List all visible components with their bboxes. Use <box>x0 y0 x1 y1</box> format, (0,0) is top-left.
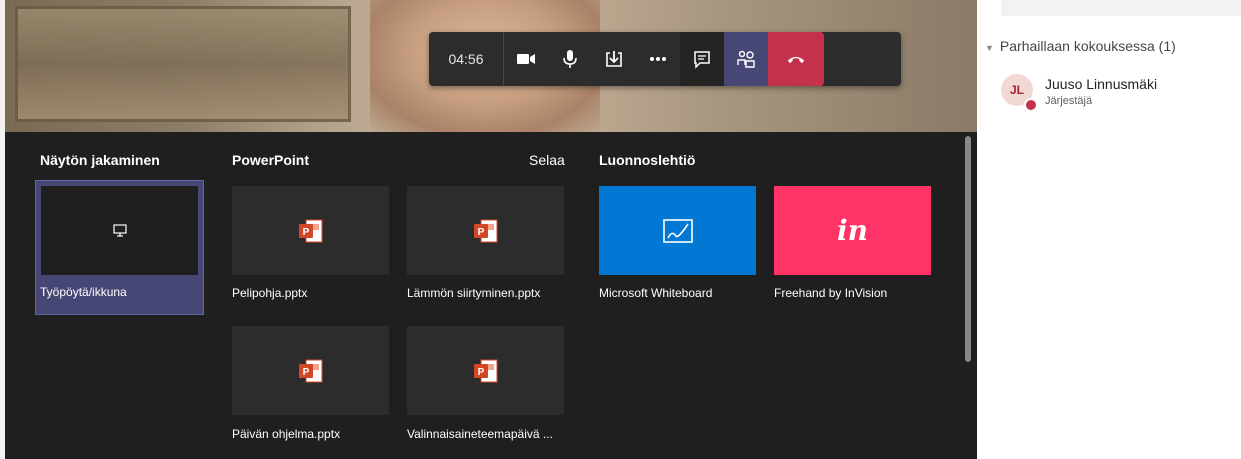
svg-text:P: P <box>302 227 309 238</box>
monitor-icon <box>112 223 127 237</box>
in-meeting-section-title: Parhaillaan kokouksessa (1) <box>999 38 1176 54</box>
participants-icon <box>737 50 755 68</box>
whiteboard-heading: Luonnoslehtiö <box>599 152 696 168</box>
video-background-painting <box>15 6 351 122</box>
powerpoint-heading: PowerPoint <box>232 152 310 168</box>
ppt-file-label: Pelipohja.pptx <box>232 286 308 300</box>
whiteboard-app-label: Microsoft Whiteboard <box>599 286 713 300</box>
participants-search-bar[interactable] <box>1001 0 1241 16</box>
powerpoint-file-icon: P <box>298 359 322 382</box>
hang-up-icon <box>787 56 805 64</box>
call-timer: 04:56 <box>448 51 484 67</box>
presence-status-icon <box>1024 98 1038 112</box>
more-icon <box>650 57 666 61</box>
participants-button[interactable] <box>724 32 768 86</box>
camera-button[interactable] <box>504 32 548 86</box>
ppt-file-tile[interactable]: P <box>407 326 564 415</box>
ppt-file-tile[interactable]: P <box>407 186 564 275</box>
participant-name[interactable]: Juuso Linnusmäki <box>1045 76 1157 92</box>
desktop-share-heading: Näytön jakaminen <box>40 152 160 168</box>
share-button[interactable] <box>592 32 636 86</box>
powerpoint-file-icon: P <box>473 219 497 242</box>
freehand-invision-tile[interactable]: in <box>774 186 931 275</box>
ppt-file-tile[interactable]: P <box>232 186 389 275</box>
powerpoint-file-icon: P <box>298 219 322 242</box>
ppt-file-label: Lämmön siirtyminen.pptx <box>407 286 541 300</box>
whiteboard-icon <box>662 218 693 243</box>
chat-button[interactable] <box>680 32 724 86</box>
collapse-triangle-icon: ▼ <box>985 43 994 53</box>
hang-up-button[interactable] <box>768 32 824 86</box>
invision-logo-icon: in <box>837 214 868 247</box>
meeting-stage: 04:56 Näytön jakaminen PowerPoint Selaa … <box>5 0 977 459</box>
participant-role: Järjestäjä <box>1045 95 1093 107</box>
svg-text:P: P <box>477 367 484 378</box>
share-tray-icon <box>606 51 622 67</box>
participants-pane: ▼ Parhaillaan kokouksessa (1) JL Juuso Li… <box>977 0 1241 459</box>
mic-icon <box>563 50 577 68</box>
share-tray-scrollbar[interactable] <box>965 136 971 362</box>
desktop-preview <box>41 186 198 275</box>
ppt-file-label: Päivän ohjelma.pptx <box>232 427 341 441</box>
camera-icon <box>517 54 535 64</box>
microsoft-whiteboard-tile[interactable] <box>599 186 756 275</box>
ppt-file-tile[interactable]: P <box>232 326 389 415</box>
svg-text:P: P <box>477 227 484 238</box>
ppt-file-label: Valinnaisaineteemapäivä ... <box>407 427 553 441</box>
more-actions-button[interactable] <box>636 32 680 86</box>
svg-text:P: P <box>302 367 309 378</box>
desktop-tile-label: Työpöytä/ikkuna <box>40 285 127 299</box>
chat-icon <box>694 51 710 69</box>
in-meeting-section-header[interactable]: ▼ Parhaillaan kokouksessa (1) <box>985 38 1176 54</box>
whiteboard-app-label: Freehand by InVision <box>774 286 888 300</box>
desktop-window-tile[interactable]: Työpöytä/ikkuna <box>35 180 204 315</box>
share-tray: Näytön jakaminen PowerPoint Selaa Luonno… <box>5 132 977 459</box>
powerpoint-file-icon: P <box>473 359 497 382</box>
browse-link[interactable]: Selaa <box>529 152 565 168</box>
mic-button[interactable] <box>548 32 592 86</box>
call-control-bar: 04:56 <box>429 32 901 86</box>
